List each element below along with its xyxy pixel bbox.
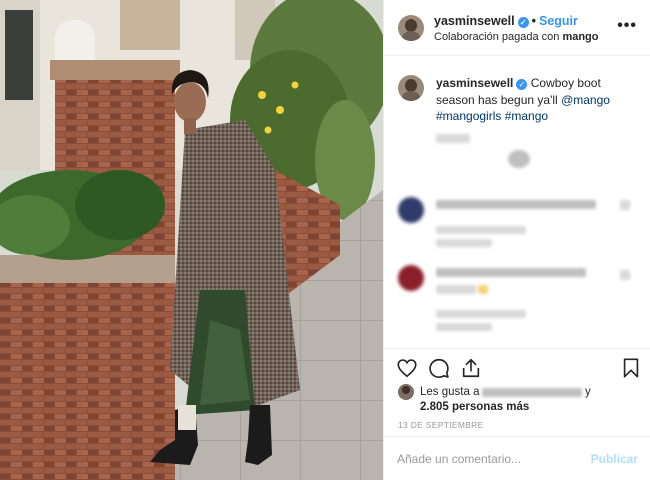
likes-section: Les gusta a y 2.805 personas más bbox=[384, 381, 650, 415]
blurred-reply-link bbox=[436, 239, 492, 247]
blurred-liker-name bbox=[482, 388, 582, 397]
username-link[interactable]: yasminsewell bbox=[434, 14, 515, 28]
likes-prefix: Les gusta a bbox=[420, 386, 480, 398]
caption-mention[interactable]: @mango bbox=[561, 93, 610, 107]
post-detail-panel: yasminsewell ✓ • Seguir Colaboración pagada… bbox=[383, 0, 650, 480]
avatar[interactable] bbox=[398, 15, 424, 41]
follow-button[interactable]: Seguir bbox=[539, 14, 578, 28]
comment-input[interactable]: Añade un comentario... bbox=[397, 452, 521, 466]
share-icon[interactable] bbox=[460, 357, 482, 379]
post-header: yasminsewell ✓ • Seguir Colaboración pagada… bbox=[384, 0, 650, 56]
post-photo-illustration bbox=[0, 0, 383, 480]
caption-username[interactable]: yasminsewell bbox=[436, 76, 513, 90]
verified-badge-icon: ✓ bbox=[516, 79, 528, 90]
blurred-comment-like bbox=[620, 270, 630, 280]
comment-icon[interactable] bbox=[428, 357, 450, 379]
separator-dot: • bbox=[531, 14, 536, 28]
heart-icon[interactable] bbox=[396, 357, 418, 379]
liker-avatar[interactable] bbox=[398, 384, 414, 400]
bookmark-icon[interactable] bbox=[620, 357, 642, 379]
action-bar bbox=[384, 348, 650, 382]
caption-hashtags[interactable]: #mangogirls #mango bbox=[436, 109, 548, 123]
blurred-comment bbox=[436, 268, 586, 277]
blurred-comment-like bbox=[620, 200, 630, 210]
blurred-timestamp bbox=[436, 134, 470, 143]
blurred-comment-meta bbox=[436, 226, 526, 234]
more-options-icon[interactable]: ••• bbox=[617, 17, 637, 35]
blurred-comment bbox=[436, 285, 476, 294]
partner-brand-link[interactable]: mango bbox=[562, 31, 598, 43]
caption-text: yasminsewell ✓ Cowboy boot season has beg… bbox=[436, 75, 636, 125]
blurred-avatar bbox=[398, 197, 424, 223]
likes-conjunction: y bbox=[585, 386, 591, 398]
blurred-emoji bbox=[508, 150, 530, 168]
blurred-avatar bbox=[398, 265, 424, 291]
paid-partnership-prefix: Colaboración pagada con bbox=[434, 31, 560, 43]
avatar[interactable] bbox=[398, 75, 424, 101]
add-comment-bar: Añade un comentario... Publicar bbox=[384, 436, 650, 480]
publish-button[interactable]: Publicar bbox=[591, 452, 638, 466]
verified-badge-icon: ✓ bbox=[517, 17, 529, 28]
paid-partnership-label: Colaboración pagada con mango bbox=[434, 31, 599, 43]
blurred-reply-link bbox=[436, 323, 492, 331]
blurred-emoji bbox=[478, 285, 488, 294]
post-date[interactable]: 13 DE SEPTIEMBRE bbox=[398, 420, 484, 430]
blurred-comment bbox=[436, 200, 596, 209]
header-user-line: yasminsewell ✓ • Seguir bbox=[434, 14, 578, 28]
post-photo[interactable] bbox=[0, 0, 383, 480]
likes-count[interactable]: 2.805 personas más bbox=[420, 401, 529, 413]
blurred-comment-meta bbox=[436, 310, 526, 318]
